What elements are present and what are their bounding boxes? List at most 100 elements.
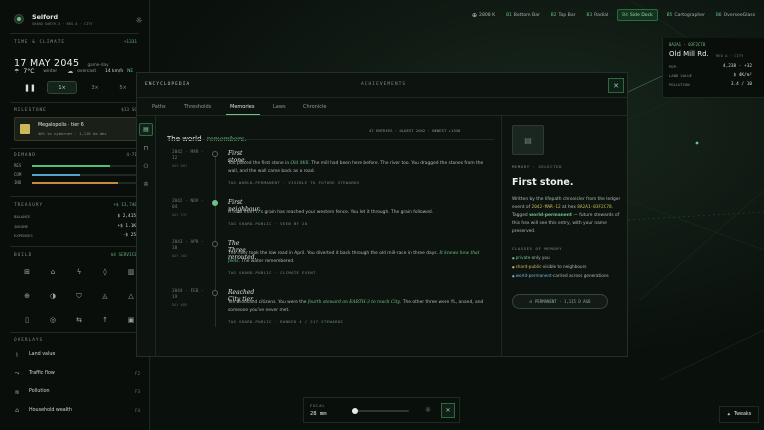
nav-item-4[interactable]: B4 Side Dock	[617, 9, 658, 21]
demand-label-com: COM	[14, 171, 22, 177]
timeline-node	[212, 200, 218, 206]
timeline-node	[212, 290, 218, 296]
achievements-tab[interactable]: ACHIEVEMENTS	[361, 82, 406, 87]
milestone-title: MILESTONE	[14, 108, 47, 113]
treasury-label: BALANCE	[14, 214, 31, 219]
treasury-label: INCOME	[14, 223, 29, 229]
power-tool-icon[interactable]: ϟ	[72, 265, 86, 279]
sun-icon[interactable]: ☼	[422, 404, 434, 416]
people-icon[interactable]: ⚇	[139, 160, 153, 173]
parcel-label: LAND VALUE	[669, 73, 692, 78]
entry-date: 2042 · NOV · 04	[172, 199, 204, 210]
book-icon[interactable]: ▤	[139, 123, 153, 136]
top-navigation: ⊕ 2808 K B1 Bottom Bar B2 Top Bar B3 Radial B4 Si…	[470, 8, 764, 22]
entry-date: 2043 · APR · 18	[172, 240, 204, 251]
demand-label-ind: IND	[14, 180, 22, 185]
crown-icon[interactable]: ♔	[139, 178, 153, 191]
tab-paths[interactable]: Paths	[152, 104, 166, 110]
hex-id: 8A2A1-03F2C78	[577, 205, 612, 210]
overlay-item[interactable]: Pollution	[29, 389, 50, 394]
overlay-item[interactable]: Land value	[29, 352, 55, 357]
parcel-label: POP.	[669, 64, 679, 69]
nav-item-1[interactable]: B1 Bottom Bar	[504, 9, 542, 21]
parcel-card: 8A2A1 · 03F2C78 Old Mill Rd. REG A · CIT…	[662, 38, 764, 98]
education-tool-icon[interactable]: ◑	[46, 289, 60, 303]
parcel-label: POLLUTION	[669, 82, 690, 87]
arrow-up-tool-icon[interactable]: ↑	[98, 313, 112, 327]
tab-laws[interactable]: Laws	[273, 104, 286, 110]
focal-toolbar: FOCAL 28 mm ☼ ✕	[303, 397, 460, 423]
lock-icon[interactable]: ⊓	[139, 142, 153, 155]
overlay-item[interactable]: Household wealth	[29, 408, 72, 413]
entry-day: DAY 402	[172, 254, 188, 258]
detail-title: First stone.	[512, 177, 574, 188]
permanent-badge: ⊟ PERMANENT · 1,115 D AGO	[512, 294, 608, 309]
tab-memories[interactable]: Memories	[230, 104, 254, 110]
overlay-3-icon: ⌂	[15, 407, 19, 414]
entry-body: A road from Ti's grain has reached your …	[228, 210, 434, 215]
overlay-shortcut: F3	[135, 389, 140, 394]
speed-5x-button[interactable]: 5×	[112, 81, 134, 94]
sparkle-icon: ✦	[726, 411, 731, 418]
wind-direction: NE	[127, 69, 134, 74]
entry-body: You placed the first stone in Old Mill. …	[228, 161, 484, 174]
icon-rail: ▤ ⊓ ⚇ ♔	[136, 116, 156, 357]
entry-day: DAY 689	[172, 303, 188, 307]
focal-close-icon[interactable]: ✕	[441, 403, 455, 418]
archive-icon: ⊟	[529, 299, 533, 304]
tab-chronicle[interactable]: Chronicle	[303, 104, 326, 110]
house-tool-icon[interactable]: ⌂	[46, 265, 60, 279]
treasury-label: EXPENSES	[14, 233, 33, 238]
nav-item-0[interactable]: ⊕ 2808 K	[470, 9, 497, 21]
parcel-name: Old Mill Rd.	[669, 50, 709, 58]
entry-tag: TAG SHARD-PUBLIC · RANKED 4 / 217 STEWAR…	[228, 319, 344, 324]
car-tool-icon[interactable]: ⇆	[72, 313, 86, 327]
settings-icon[interactable]: ☼	[133, 14, 145, 26]
memory-class: ● shard-public·visible to neighbours	[512, 264, 587, 269]
cloud-icon: ☁	[67, 68, 74, 75]
nav-item-3[interactable]: B3 Radial	[585, 9, 611, 21]
demand-bar-res	[32, 165, 110, 167]
speed-1x-button[interactable]: 1×	[47, 81, 77, 94]
bus-tool-icon[interactable]: ◎	[46, 313, 60, 327]
date-suffix: game-day	[87, 62, 109, 67]
nav-item-2[interactable]: B2 Top Bar	[549, 9, 578, 21]
police-tool-icon[interactable]: ⛉	[72, 289, 86, 303]
grid-tool-icon[interactable]: ⊞	[20, 265, 34, 279]
tweaks-button[interactable]: ✦ Tweaks	[719, 406, 759, 423]
classes-title: CLASSES OF MEMORY	[512, 246, 563, 251]
weather-row: ☂ 7°C winter ☁ overcast 14 km/h NE	[14, 68, 133, 75]
nav-item-5[interactable]: B5 Cartographer	[665, 9, 707, 21]
nav-item-6[interactable]: B6 OverseeGlass	[714, 9, 757, 21]
milestone-icon	[20, 124, 30, 134]
overlay-item[interactable]: Traffic flow	[29, 371, 55, 376]
overlays-title: OVERLAYS	[14, 338, 44, 343]
milestone-right: $13 SC	[121, 108, 137, 113]
focal-slider[interactable]	[351, 408, 409, 414]
close-icon[interactable]: ✕	[608, 78, 624, 93]
focal-slider-knob[interactable]	[351, 408, 358, 414]
focal-value: 28 mm	[310, 411, 327, 417]
temperature: 7°C	[23, 68, 35, 75]
city-avatar-icon	[14, 14, 24, 24]
pause-icon[interactable]: ❚❚	[24, 82, 36, 94]
health-tool-icon[interactable]: ⊕	[20, 289, 34, 303]
thermometer-icon: ☂	[14, 68, 20, 75]
transit-tool-icon[interactable]: ▯	[20, 313, 34, 327]
time-delta: +1331	[123, 40, 137, 45]
tab-thresholds[interactable]: Thresholds	[184, 104, 211, 110]
milestone-card[interactable]: Megalopolis · tier 6 40% to cybernet · 1…	[14, 117, 139, 141]
season: winter	[43, 69, 58, 74]
water-tool-icon[interactable]: ◊	[98, 265, 112, 279]
entry-day: DAY 237	[172, 213, 188, 217]
detail-body: Written by the lifepath chronicler from …	[512, 197, 621, 234]
fire-tool-icon[interactable]: ◬	[98, 289, 112, 303]
overlay-2-icon: ≋	[14, 388, 20, 396]
treasury-title: TREASURY	[14, 203, 44, 208]
speed-3x-button[interactable]: 3×	[84, 81, 106, 94]
wind-speed: 14 km/h	[105, 69, 124, 74]
entry-date: 2044 · FEB · 19	[172, 289, 204, 300]
city-meta: SHARD EARTH-3 · REG A · CITY	[32, 22, 93, 26]
parcel-value: $ 4K/m²	[733, 73, 752, 78]
focal-label: FOCAL	[310, 403, 326, 408]
